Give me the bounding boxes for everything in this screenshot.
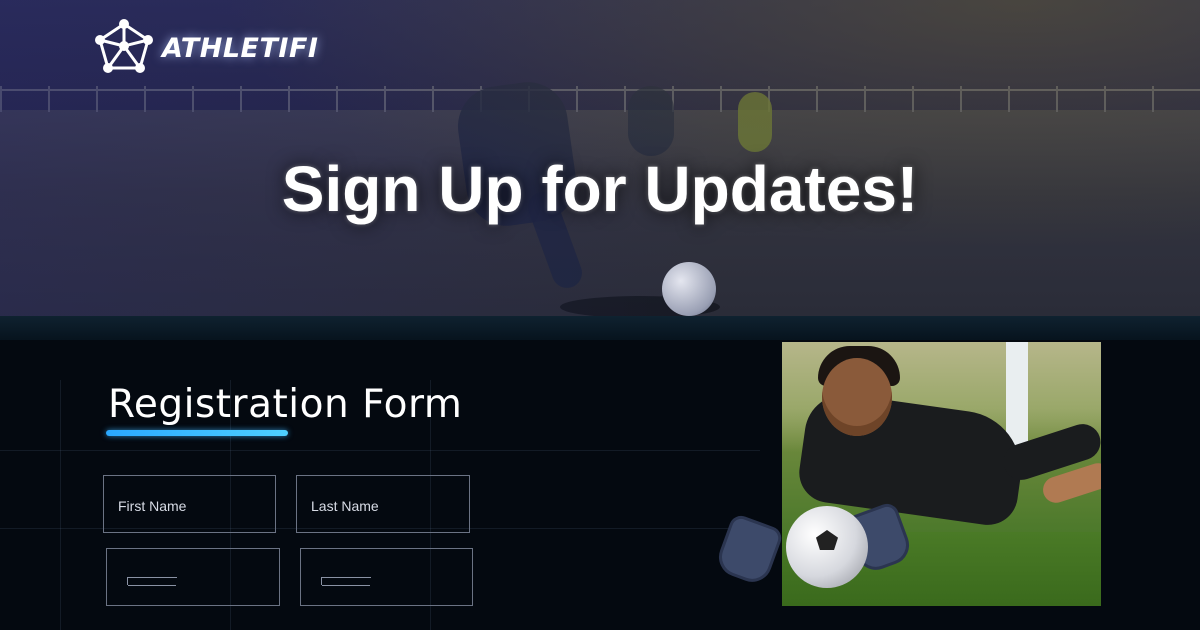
first-name-placeholder: First Name	[118, 498, 187, 514]
last-name-field[interactable]: Last Name	[296, 475, 470, 533]
grid-line	[0, 450, 760, 451]
field-cursor-decoration	[127, 577, 177, 586]
goalkeeper-photo	[782, 342, 1101, 606]
field-cursor-decoration	[321, 577, 371, 586]
last-name-placeholder: Last Name	[311, 498, 379, 514]
form-field-3[interactable]	[106, 548, 280, 606]
title-underline	[106, 430, 288, 436]
form-field-4[interactable]	[300, 548, 473, 606]
photo-soccer-ball	[786, 506, 868, 588]
hero-headline: Sign Up for Updates!	[281, 153, 919, 225]
brand-logo[interactable]: ATHLETIFI	[94, 18, 318, 78]
grid-line	[60, 380, 61, 630]
brand-name: ATHLETIFI	[162, 32, 319, 64]
hero-banner: ATHLETIFI Sign Up for Updates!	[0, 0, 1200, 318]
form-title: Registration Form	[108, 382, 463, 427]
section-divider	[0, 316, 1200, 342]
first-name-field[interactable]: First Name	[103, 475, 276, 533]
network-node-icon	[94, 18, 154, 78]
goalkeeper-head	[822, 358, 892, 436]
